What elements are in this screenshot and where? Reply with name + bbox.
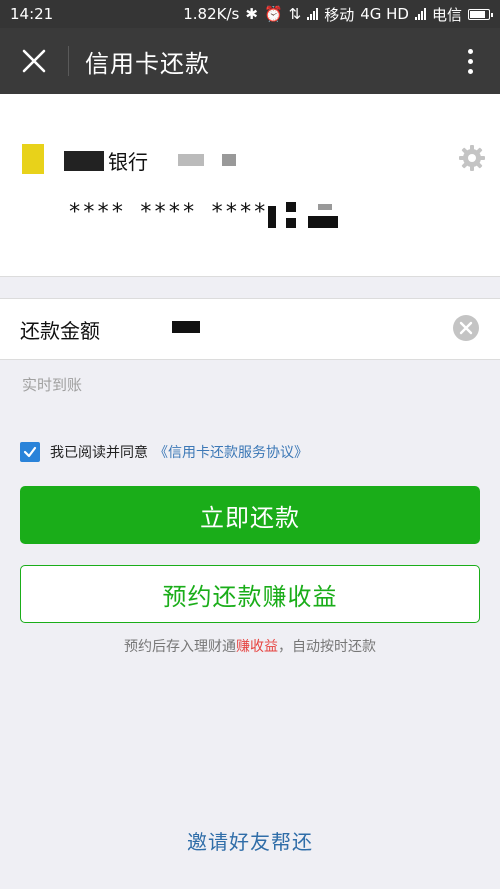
more-vertical-icon[interactable] — [440, 28, 500, 94]
reserve-note-highlight: 赚收益 — [236, 639, 278, 655]
agreement-text: 我已阅读并同意 — [50, 445, 148, 461]
carrier-2: 电信 — [431, 5, 462, 24]
reserve-note-suffix: ，自动按时还款 — [278, 639, 376, 655]
network-speed: 1.82K/s — [183, 5, 240, 23]
signal-icon — [307, 8, 319, 20]
masked-text — [222, 154, 236, 166]
reserve-note: 预约后存入理财通赚收益，自动按时还款 — [0, 636, 500, 656]
reserve-note-prefix: 预约后存入理财通 — [124, 639, 236, 655]
masked-text — [178, 154, 204, 166]
bank-logo — [22, 144, 44, 174]
agreement-checkbox[interactable] — [20, 442, 40, 462]
agreement-row: 我已阅读并同意 《信用卡还款服务协议》 — [20, 442, 308, 462]
bluetooth-icon: ✱ — [245, 5, 258, 23]
carrier-1: 移动 — [324, 5, 355, 24]
network-type: 4G HD — [360, 5, 409, 23]
gear-icon[interactable] — [458, 144, 486, 172]
pay-now-button[interactable]: 立即还款 — [20, 486, 480, 544]
masked-text — [64, 150, 104, 171]
status-time: 14:21 — [10, 5, 54, 23]
alarm-icon: ⏰ — [263, 5, 283, 23]
signal-icon-2 — [414, 8, 426, 20]
status-bar: 14:21 1.82K/s ✱ ⏰ ⇅ 移动 4G HD 电信 — [0, 0, 500, 28]
card-number: **** **** **** — [68, 200, 268, 225]
arrival-note: 实时到账 — [22, 376, 83, 394]
close-icon[interactable] — [0, 28, 68, 94]
bank-name: 银行 — [64, 146, 148, 175]
page-title: 信用卡还款 — [85, 49, 210, 78]
card-panel[interactable]: 银行 **** **** **** — [0, 94, 500, 277]
data-transfer-icon: ⇅ — [288, 5, 302, 23]
battery-icon — [468, 8, 493, 20]
masked-text — [172, 321, 200, 333]
clear-icon[interactable] — [453, 315, 479, 341]
masked-text — [268, 202, 348, 230]
agreement-link[interactable]: 《信用卡还款服务协议》 — [154, 442, 308, 462]
amount-row[interactable]: 还款金额 — [0, 298, 500, 360]
invite-link[interactable]: 邀请好友帮还 — [0, 826, 500, 855]
nav-bar: 信用卡还款 — [0, 28, 500, 94]
reserve-button[interactable]: 预约还款赚收益 — [20, 565, 480, 623]
amount-label: 还款金额 — [20, 319, 100, 343]
status-right: 1.82K/s ✱ ⏰ ⇅ 移动 4G HD 电信 — [183, 4, 493, 25]
nav-divider — [68, 46, 69, 76]
bank-name-text: 银行 — [108, 150, 148, 174]
